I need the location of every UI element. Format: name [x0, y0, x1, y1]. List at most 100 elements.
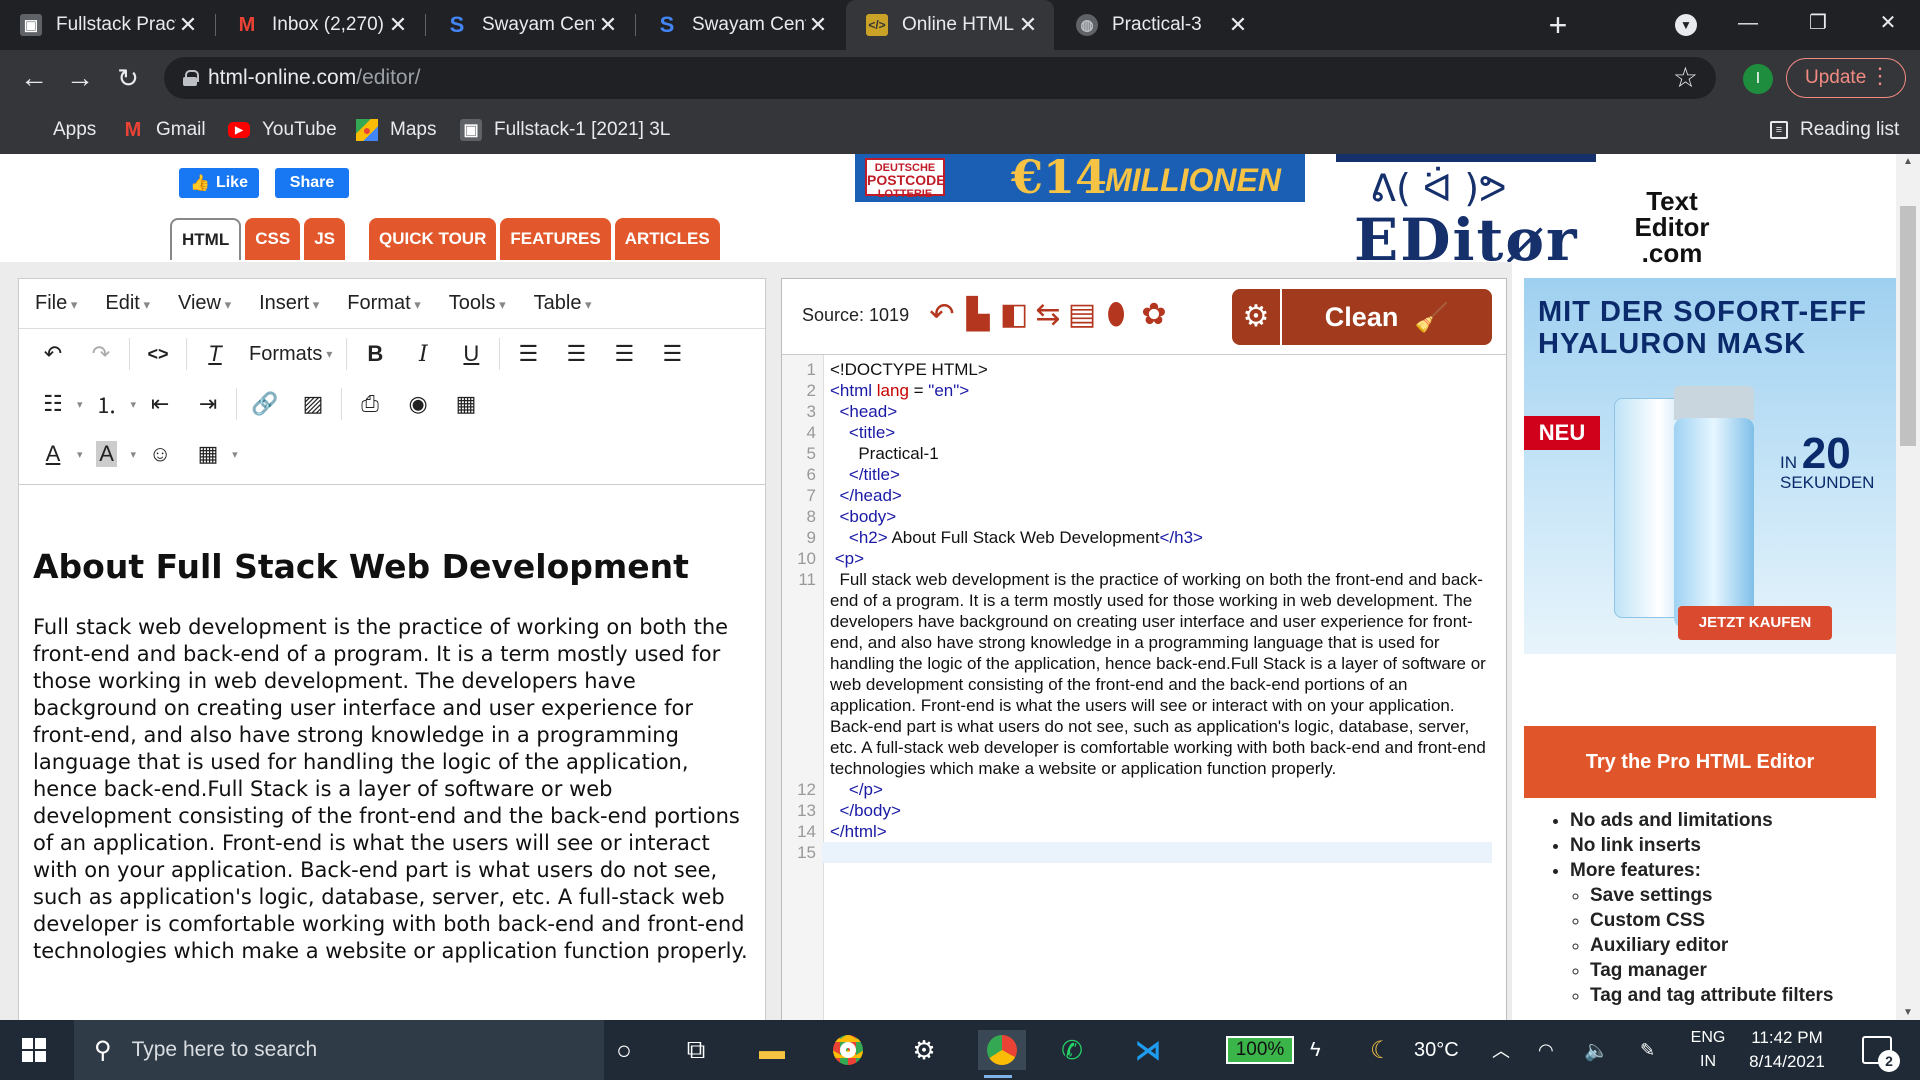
scroll-up-icon[interactable]: ▲: [1900, 156, 1916, 167]
tab-search-icon[interactable]: ▼: [1654, 0, 1718, 50]
tab-articles[interactable]: ARTICLES: [614, 218, 720, 260]
clean-button[interactable]: Clean 🧹: [1282, 289, 1492, 345]
outdent-icon[interactable]: ⇤: [136, 384, 184, 424]
code-line[interactable]: 4 <title>: [782, 422, 1492, 443]
palette-icon[interactable]: ✿: [1138, 297, 1170, 333]
menu-edit[interactable]: Edit: [105, 292, 150, 315]
menu-format[interactable]: Format: [347, 292, 420, 315]
code-line[interactable]: 1 <!DOCTYPE HTML>: [782, 359, 1492, 380]
profile-avatar[interactable]: I: [1743, 64, 1773, 94]
new-document-icon[interactable]: ▙: [962, 297, 994, 333]
redo-icon[interactable]: ↷: [77, 334, 125, 374]
minimize-icon[interactable]: —: [1716, 0, 1780, 50]
address-bar[interactable]: html-online.com/editor/ ☆: [164, 57, 1716, 99]
settings-gear-icon[interactable]: ⚙: [1232, 289, 1280, 345]
tab-practical-3[interactable]: ◍ Practical-3 ✕: [1056, 0, 1264, 50]
reading-list[interactable]: ≡ Reading list: [1770, 106, 1899, 154]
bullet-list-icon[interactable]: ☷: [29, 384, 77, 424]
close-tab-icon[interactable]: ✕: [596, 12, 620, 38]
close-tab-icon[interactable]: ✕: [1016, 12, 1040, 38]
notification-center-icon[interactable]: 2: [1862, 1036, 1900, 1072]
tab-swayam-central-2[interactable]: S Swayam Central ✕: [636, 0, 844, 50]
system-clock[interactable]: 11:42 PM 8/14/2021: [1732, 1026, 1842, 1074]
code-line[interactable]: 15: [782, 842, 1492, 863]
code-line[interactable]: 8 <body>: [782, 506, 1492, 527]
ad-buy-button[interactable]: JETZT KAUFEN: [1678, 606, 1832, 640]
wifi-icon[interactable]: ◠: [1538, 1020, 1554, 1080]
italic-icon[interactable]: I: [399, 334, 447, 374]
facebook-like-button[interactable]: 👍 Like: [179, 168, 259, 198]
tab-js[interactable]: JS: [304, 218, 345, 260]
bold-icon[interactable]: B: [351, 334, 399, 374]
bookmark-apps[interactable]: Apps: [22, 106, 96, 154]
formats-dropdown[interactable]: Formats ▾: [239, 334, 342, 374]
bookmark-star-icon[interactable]: ☆: [1673, 61, 1698, 94]
code-line[interactable]: 9 <h2> About Full Stack Web Development<…: [782, 527, 1492, 548]
tab-css[interactable]: CSS: [245, 218, 301, 260]
underline-icon[interactable]: U: [447, 334, 495, 374]
code-line[interactable]: 3 <head>: [782, 401, 1492, 422]
texteditor-brand-logo[interactable]: ᕕ( ᐛ )ᕗ EDitør: [1332, 154, 1596, 274]
tab-html[interactable]: HTML: [170, 218, 242, 260]
tab-features[interactable]: FEATURES: [500, 218, 611, 260]
windows-start-icon[interactable]: [22, 1038, 46, 1062]
clear-formatting-icon[interactable]: T: [191, 334, 239, 374]
cortana-icon[interactable]: ○: [604, 1030, 644, 1070]
background-color-icon[interactable]: A: [83, 434, 131, 474]
temperature[interactable]: 30°C: [1414, 1020, 1459, 1080]
facebook-share-button[interactable]: Share: [275, 168, 349, 198]
menu-table[interactable]: Table: [534, 292, 592, 315]
task-view-icon[interactable]: ⧉: [676, 1030, 716, 1070]
text-color-icon[interactable]: A: [29, 434, 77, 474]
code-line[interactable]: 2 <html lang = "en">: [782, 380, 1492, 401]
close-tab-icon[interactable]: ✕: [1226, 12, 1250, 38]
close-tab-icon[interactable]: ✕: [806, 12, 830, 38]
forward-icon[interactable]: →: [60, 58, 100, 98]
numbered-list-icon[interactable]: ⒈: [83, 384, 131, 424]
restore-icon[interactable]: ❐: [1786, 0, 1850, 50]
chrome-profile-icon[interactable]: [978, 1030, 1026, 1078]
editor-content[interactable]: About Full Stack Web Development Full st…: [19, 484, 765, 1020]
update-button[interactable]: Update ⋮: [1786, 58, 1906, 98]
undo-icon[interactable]: ↶: [29, 334, 77, 374]
table-icon[interactable]: ▦: [184, 434, 232, 474]
code-line[interactable]: 5 Practical-1: [782, 443, 1492, 464]
page-scrollbar[interactable]: ▲ ▼: [1896, 154, 1920, 1020]
vscode-icon[interactable]: ⋊: [1128, 1030, 1168, 1070]
print-icon[interactable]: ⎙: [346, 384, 394, 424]
weather-moon-icon[interactable]: ☾: [1370, 1020, 1392, 1080]
show-hidden-icons[interactable]: ︿: [1492, 1020, 1510, 1080]
code-line[interactable]: 7 </head>: [782, 485, 1492, 506]
code-line[interactable]: 13 </body>: [782, 800, 1492, 821]
media-icon[interactable]: ▦: [442, 384, 490, 424]
scroll-down-icon[interactable]: ▼: [1900, 1007, 1916, 1018]
link-icon[interactable]: 🔗: [241, 384, 289, 424]
indent-icon[interactable]: ⇥: [184, 384, 232, 424]
tab-gmail-inbox[interactable]: M Inbox (2,270) - ishik ✕: [216, 0, 424, 50]
menu-insert[interactable]: Insert: [259, 292, 319, 315]
tab-fullstack-practical[interactable]: ▣ Fullstack Practical-1 ✕: [0, 0, 214, 50]
code-line[interactable]: 6 </title>: [782, 464, 1492, 485]
tab-swayam-central-1[interactable]: S Swayam Central ✕: [426, 0, 634, 50]
align-center-icon[interactable]: ☰: [552, 334, 600, 374]
source-code[interactable]: 1 <!DOCTYPE HTML> 2 <html lang = "en"> 3 <he…: [782, 359, 1492, 863]
chrome-icon[interactable]: [828, 1030, 868, 1070]
bookmark-gmail[interactable]: M Gmail: [122, 106, 206, 154]
scrollbar-thumb[interactable]: [1900, 206, 1916, 446]
code-line[interactable]: 14 </html>: [782, 821, 1492, 842]
convert-icon[interactable]: ⇆: [1032, 297, 1064, 333]
compress-icon[interactable]: ◧: [998, 297, 1030, 333]
code-line[interactable]: 11 Full stack web development is the pra…: [782, 569, 1492, 779]
align-left-icon[interactable]: ☰: [504, 334, 552, 374]
volume-icon[interactable]: 🔈: [1584, 1020, 1609, 1080]
justify-icon[interactable]: ☰: [648, 334, 696, 374]
pro-editor-button[interactable]: Try the Pro HTML Editor: [1524, 726, 1876, 798]
preview-icon[interactable]: ◉: [394, 384, 442, 424]
source-code-icon[interactable]: <>: [134, 334, 182, 374]
menu-view[interactable]: View: [178, 292, 231, 315]
chevron-down-icon[interactable]: ▾: [232, 448, 238, 461]
menu-tools[interactable]: Tools: [449, 292, 506, 315]
battery-indicator[interactable]: 100%: [1226, 1036, 1294, 1064]
close-window-icon[interactable]: ✕: [1856, 0, 1920, 50]
settings-gear-icon[interactable]: ⚙: [904, 1030, 944, 1070]
